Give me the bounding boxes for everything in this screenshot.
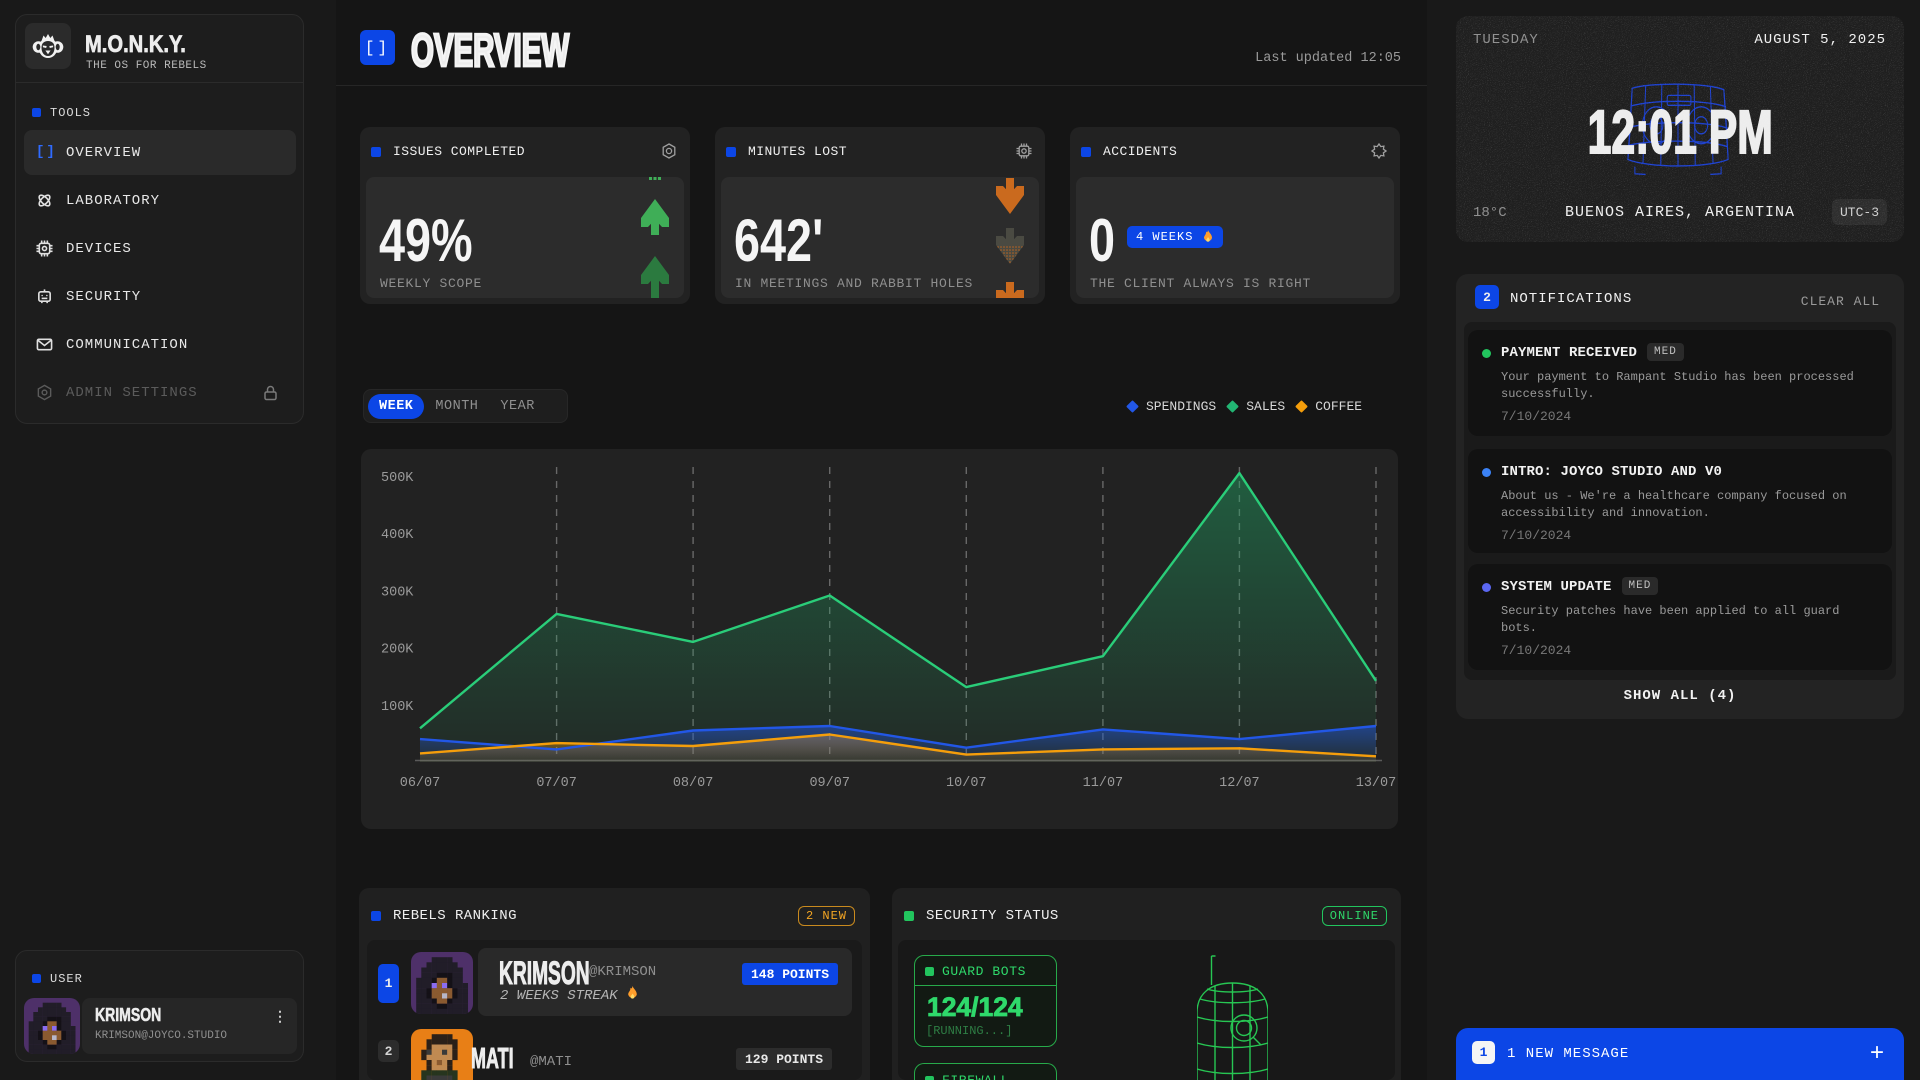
svg-text:10/07: 10/07	[946, 776, 987, 791]
svg-text:100K: 100K	[381, 700, 414, 715]
svg-text:400K: 400K	[381, 528, 414, 543]
svg-text:13/07: 13/07	[1356, 776, 1397, 791]
svg-text:07/07: 07/07	[536, 776, 577, 791]
svg-text:09/07: 09/07	[809, 776, 850, 791]
svg-text:12/07: 12/07	[1219, 776, 1260, 791]
svg-text:500K: 500K	[381, 471, 414, 486]
svg-text:300K: 300K	[381, 585, 414, 600]
svg-text:200K: 200K	[381, 643, 414, 658]
svg-text:11/07: 11/07	[1083, 776, 1124, 791]
svg-text:06/07: 06/07	[400, 776, 441, 791]
svg-text:08/07: 08/07	[673, 776, 714, 791]
